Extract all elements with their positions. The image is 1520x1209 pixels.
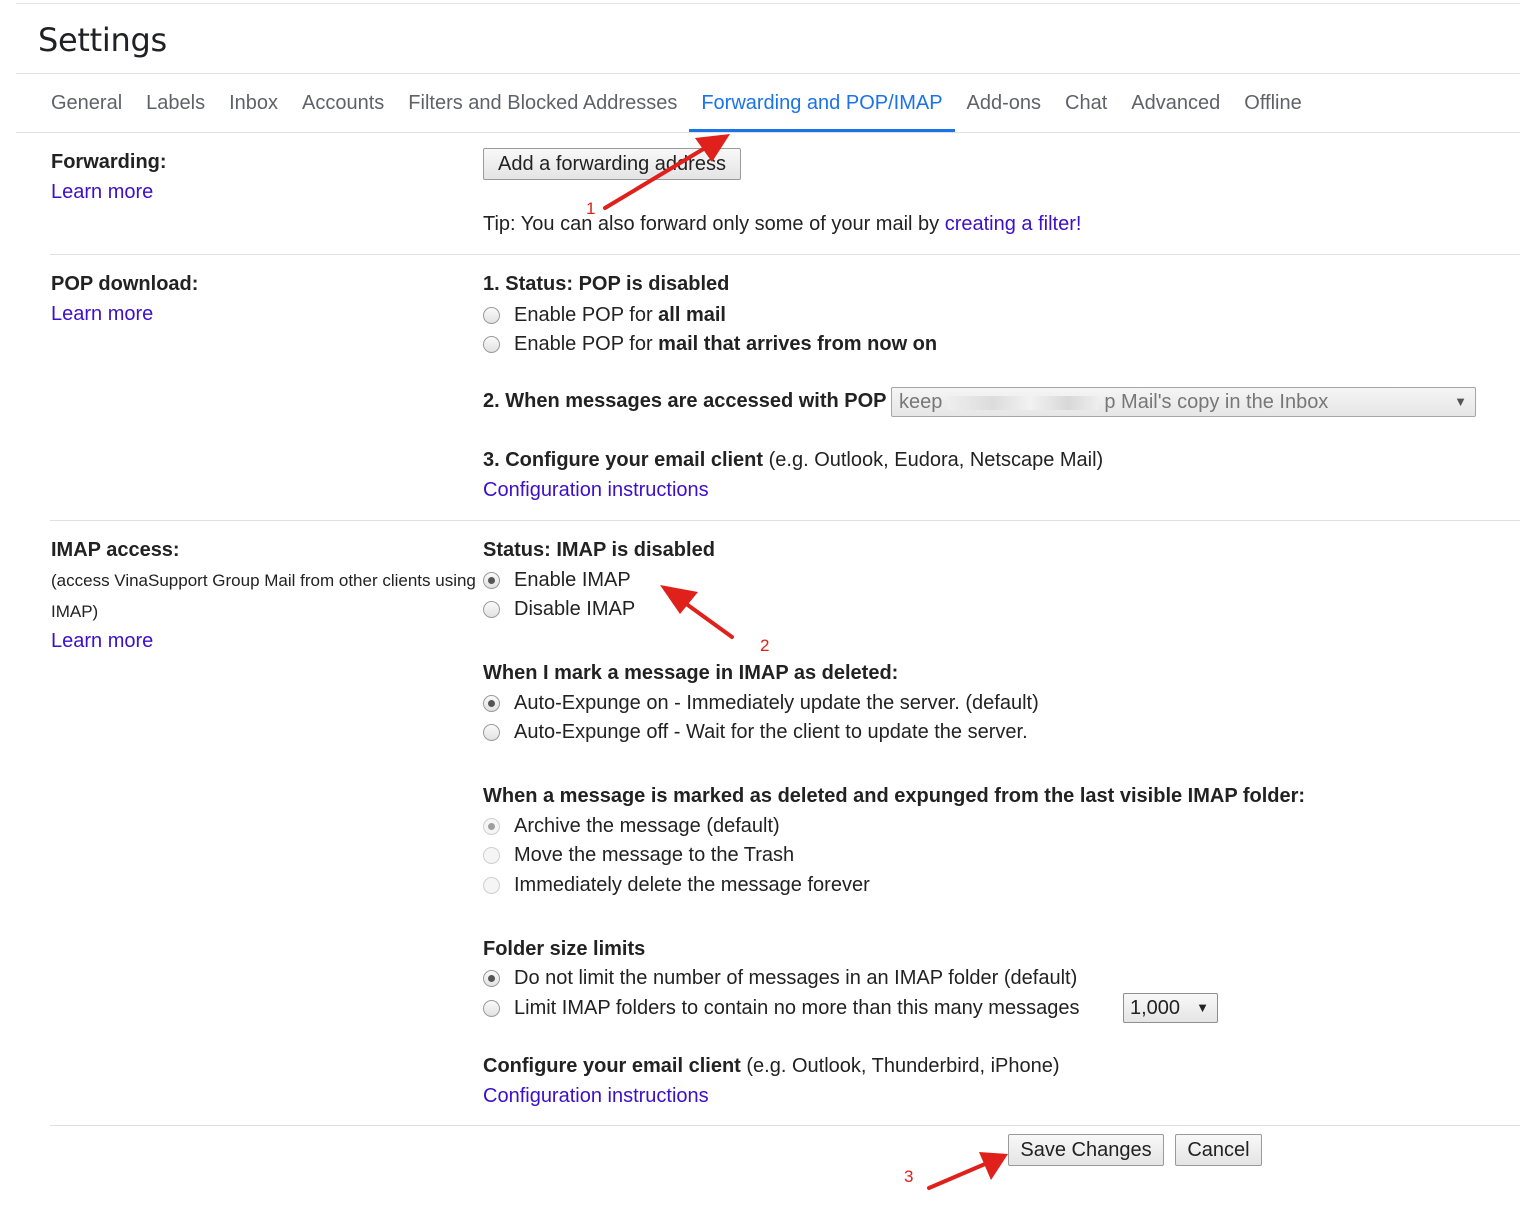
tab-inbox[interactable]: Inbox — [217, 74, 290, 132]
tab-offline[interactable]: Offline — [1232, 74, 1313, 132]
imap-deleted-heading: When I mark a message in IMAP as deleted… — [483, 662, 899, 684]
no-limit-label: Do not limit the number of messages in a… — [514, 966, 1078, 989]
limit-label: Limit IMAP folders to contain no more th… — [514, 996, 1080, 1019]
imap-enable-option[interactable]: Enable IMAP — [483, 566, 631, 594]
imap-configure-bold: Configure your email client — [483, 1055, 741, 1077]
trash-option[interactable]: Move the message to the Trash — [483, 841, 794, 869]
pop-configure-client: 3. Configure your email client (e.g. Out… — [483, 449, 1103, 472]
pop-enable-all-option[interactable]: Enable POP for all mail — [483, 301, 726, 329]
tab-labels[interactable]: Labels — [134, 74, 217, 132]
imap-expunged-heading: When a message is marked as deleted and … — [483, 785, 1306, 807]
tab-filters[interactable]: Filters and Blocked Addresses — [396, 74, 689, 132]
imap-disable-option[interactable]: Disable IMAP — [483, 595, 635, 623]
pop-label: POP download: — [51, 273, 199, 295]
pop-when-accessed-select[interactable]: keep p Mail's copy in the Inbox ▼ — [891, 387, 1476, 417]
tab-advanced[interactable]: Advanced — [1119, 74, 1232, 132]
page-title: Settings — [38, 21, 167, 59]
chevron-down-icon: ▼ — [1454, 394, 1467, 409]
auto-expunge-on-radio[interactable] — [483, 694, 500, 712]
pop-select-value-start: keep — [899, 391, 943, 413]
tab-chat[interactable]: Chat — [1053, 74, 1119, 132]
section-divider — [50, 520, 1520, 521]
trash-radio[interactable] — [483, 846, 500, 864]
message-limit-value: 1,000 — [1130, 997, 1181, 1019]
footer-divider — [50, 1125, 1520, 1126]
tab-accounts[interactable]: Accounts — [290, 74, 396, 132]
delete-forever-option[interactable]: Immediately delete the message forever — [483, 871, 870, 899]
pop-enable-all-prefix: Enable POP for — [514, 303, 659, 326]
tab-forwarding-pop-imap[interactable]: Forwarding and POP/IMAP — [689, 74, 955, 132]
no-limit-radio[interactable] — [483, 969, 500, 987]
pop-enable-now-label: Enable POP for mail that arrives from no… — [514, 333, 937, 356]
auto-expunge-off-option[interactable]: Auto-Expunge off - Wait for the client t… — [483, 718, 1028, 746]
cancel-button[interactable]: Cancel — [1175, 1134, 1262, 1166]
pop-status: 1. Status: POP is disabled — [483, 273, 730, 295]
pop-when-accessed-label: 2. When messages are accessed with POP — [483, 390, 887, 412]
imap-configuration-instructions-link[interactable]: Configuration instructions — [483, 1085, 709, 1108]
folder-size-heading: Folder size limits — [483, 938, 646, 960]
auto-expunge-off-radio[interactable] — [483, 723, 500, 741]
arrow-3 — [927, 1152, 1008, 1190]
pop-configure-bold: 3. Configure your email client — [483, 449, 764, 471]
imap-configure-client: Configure your email client (e.g. Outloo… — [483, 1055, 1060, 1078]
creating-filter-link[interactable]: creating a filter! — [945, 213, 1082, 235]
pop-configuration-instructions-link[interactable]: Configuration instructions — [483, 479, 709, 502]
no-limit-option[interactable]: Do not limit the number of messages in a… — [483, 964, 1077, 992]
imap-learn-more-link[interactable]: Learn more — [51, 630, 153, 653]
imap-disable-label: Disable IMAP — [514, 597, 636, 620]
imap-sublabel: (access VinaSupport Group Mail from othe… — [51, 571, 476, 621]
pop-enable-all-label: Enable POP for all mail — [514, 304, 726, 327]
chevron-down-icon: ▼ — [1196, 1000, 1209, 1015]
archive-option[interactable]: Archive the message (default) — [483, 812, 780, 840]
limit-radio[interactable] — [483, 999, 500, 1017]
auto-expunge-off-label: Auto-Expunge off - Wait for the client t… — [514, 720, 1028, 743]
imap-disable-radio[interactable] — [483, 600, 500, 618]
imap-enable-radio[interactable] — [483, 571, 500, 589]
imap-configure-rest: (e.g. Outlook, Thunderbird, iPhone) — [740, 1055, 1060, 1077]
save-changes-button[interactable]: Save Changes — [1008, 1134, 1164, 1166]
archive-radio[interactable] — [483, 817, 500, 835]
archive-label: Archive the message (default) — [514, 814, 780, 837]
arrow-2 — [660, 585, 734, 639]
pop-enable-now-bold: mail that arrives from now on — [658, 332, 938, 355]
imap-label: IMAP access: — [51, 539, 180, 561]
redacted-text — [948, 395, 1099, 410]
settings-tabs: General Labels Inbox Accounts Filters an… — [39, 74, 1314, 132]
annotation-step-3: 3 — [904, 1167, 914, 1186]
section-divider — [50, 254, 1520, 255]
pop-learn-more-link[interactable]: Learn more — [51, 303, 153, 326]
pop-enable-all-radio[interactable] — [483, 306, 500, 324]
forwarding-label: Forwarding: — [51, 151, 167, 173]
pop-enable-now-prefix: Enable POP for — [514, 332, 659, 355]
message-limit-select[interactable]: 1,000 ▼ — [1123, 993, 1218, 1023]
auto-expunge-on-option[interactable]: Auto-Expunge on - Immediately update the… — [483, 689, 1039, 717]
tab-add-ons[interactable]: Add-ons — [955, 74, 1054, 132]
delete-forever-radio[interactable] — [483, 876, 500, 894]
imap-enable-label: Enable IMAP — [514, 568, 631, 591]
forwarding-tip-text: Tip: You can also forward only some of y… — [483, 213, 945, 235]
limit-option[interactable]: Limit IMAP folders to contain no more th… — [483, 994, 1079, 1022]
top-divider — [16, 3, 1520, 4]
tab-general[interactable]: General — [39, 74, 134, 132]
trash-label: Move the message to the Trash — [514, 843, 795, 866]
auto-expunge-on-label: Auto-Expunge on - Immediately update the… — [514, 691, 1039, 714]
pop-configure-rest: (e.g. Outlook, Eudora, Netscape Mail) — [763, 449, 1104, 471]
pop-select-value-end: p Mail's copy in the Inbox — [1104, 391, 1329, 413]
pop-enable-all-bold: all mail — [658, 303, 726, 326]
pop-enable-now-radio[interactable] — [483, 335, 500, 353]
annotation-step-2: 2 — [760, 636, 770, 655]
forwarding-tip: Tip: You can also forward only some of y… — [483, 213, 1081, 236]
delete-forever-label: Immediately delete the message forever — [514, 873, 870, 896]
tabs-divider-bottom — [16, 132, 1520, 133]
imap-status: Status: IMAP is disabled — [483, 539, 715, 561]
pop-enable-now-option[interactable]: Enable POP for mail that arrives from no… — [483, 330, 937, 358]
add-forwarding-address-button[interactable]: Add a forwarding address — [483, 148, 741, 180]
annotation-step-1: 1 — [586, 199, 596, 218]
forwarding-learn-more-link[interactable]: Learn more — [51, 181, 153, 204]
